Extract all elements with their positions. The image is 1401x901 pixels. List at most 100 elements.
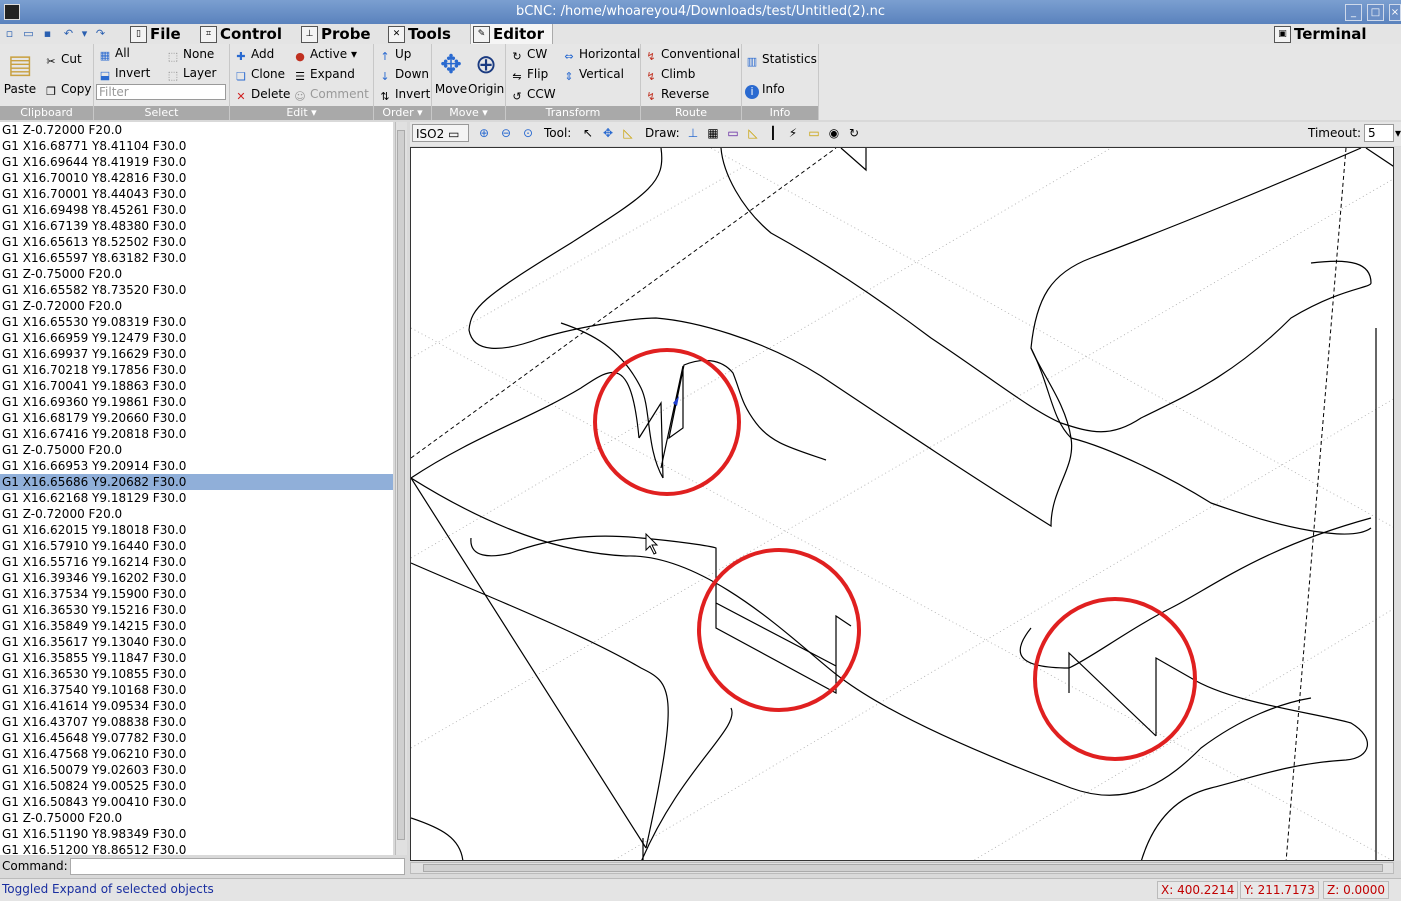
gcode-list-scrollbar[interactable]: [395, 122, 407, 855]
gcode-line[interactable]: G1 X16.65582 Y8.73520 F30.0: [0, 282, 393, 298]
gcode-line[interactable]: G1 X16.68179 Y9.20660 F30.0: [0, 410, 393, 426]
rapid-moves-icon[interactable]: ⚡: [785, 125, 801, 141]
gcode-line[interactable]: G1 X16.36530 Y9.10855 F30.0: [0, 666, 393, 682]
canvas-vertical-scrollbar[interactable]: [1395, 147, 1401, 861]
clone-button[interactable]: ❏ Clone: [234, 65, 285, 83]
gcode-line[interactable]: G1 Z-0.72000 F20.0: [0, 122, 393, 138]
gcode-line[interactable]: G1 X16.65613 Y8.52502 F30.0: [0, 234, 393, 250]
ruler-icon[interactable]: ◺: [620, 125, 636, 141]
camera-icon[interactable]: ◉: [826, 125, 842, 141]
paths-icon[interactable]: ▭: [806, 125, 822, 141]
gcode-line[interactable]: G1 X16.65597 Y8.63182 F30.0: [0, 250, 393, 266]
statistics-button[interactable]: ▥ Statistics: [745, 50, 817, 68]
gcode-line[interactable]: G1 X16.69498 Y8.45261 F30.0: [0, 202, 393, 218]
scrollbar-thumb[interactable]: [423, 864, 1383, 872]
add-button[interactable]: ✚ Add: [234, 45, 274, 63]
gcode-line[interactable]: G1 X16.69360 Y9.19861 F30.0: [0, 394, 393, 410]
select-invert-button[interactable]: ⬓ Invert: [98, 64, 150, 82]
cut-button[interactable]: ✂ Cut: [44, 50, 81, 68]
gcode-line[interactable]: G1 X16.62015 Y9.18018 F30.0: [0, 522, 393, 538]
chevron-down-icon[interactable]: ▾: [1394, 125, 1401, 141]
maximize-icon[interactable]: □: [1367, 4, 1384, 21]
origin-button[interactable]: ⊕ Origin: [468, 48, 504, 96]
gcode-line[interactable]: G1 X16.51190 Y8.98349 F30.0: [0, 826, 393, 842]
info-button[interactable]: i Info: [745, 80, 785, 99]
gcode-line[interactable]: G1 X16.37540 Y9.10168 F30.0: [0, 682, 393, 698]
reverse-button[interactable]: ↯ Reverse: [644, 85, 709, 103]
gcode-line[interactable]: G1 X16.35849 Y9.14215 F30.0: [0, 618, 393, 634]
climb-button[interactable]: ↯ Climb: [644, 65, 695, 83]
gcode-line[interactable]: G1 X16.37534 Y9.15900 F30.0: [0, 586, 393, 602]
select-pointer-icon[interactable]: ↖: [580, 125, 596, 141]
margins-icon[interactable]: ▭: [725, 125, 741, 141]
delete-button[interactable]: ✕ Delete: [234, 85, 290, 103]
gcode-line[interactable]: G1 X16.55716 Y9.16214 F30.0: [0, 554, 393, 570]
paste-button[interactable]: ▤ Paste: [2, 48, 38, 96]
gcode-line[interactable]: G1 X16.66953 Y9.20914 F30.0: [0, 458, 393, 474]
gcode-line[interactable]: G1 X16.67416 Y9.20818 F30.0: [0, 426, 393, 442]
undo-icon[interactable]: ↶: [62, 27, 75, 40]
tab-tools[interactable]: ✕ Tools: [386, 24, 451, 44]
gcode-canvas[interactable]: [410, 147, 1394, 861]
gcode-line[interactable]: G1 X16.47568 Y9.06210 F30.0: [0, 746, 393, 762]
gcode-line[interactable]: G1 X16.35855 Y9.11847 F30.0: [0, 650, 393, 666]
gcode-line[interactable]: G1 X16.68771 Y8.41104 F30.0: [0, 138, 393, 154]
tab-terminal[interactable]: ▣ Terminal: [1272, 24, 1367, 44]
filter-input[interactable]: Filter: [96, 84, 226, 100]
gcode-editor-list[interactable]: G1 Z-0.72000 F20.0 G1 X16.68771 Y8.41104 …: [0, 122, 393, 855]
move-up-button[interactable]: ↑ Up: [378, 45, 411, 63]
gcode-line[interactable]: G1 X16.67139 Y8.48380 F30.0: [0, 218, 393, 234]
gcode-line[interactable]: G1 X16.50824 Y9.00525 F30.0: [0, 778, 393, 794]
gcode-line[interactable]: G1 X16.45648 Y9.07782 F30.0: [0, 730, 393, 746]
gcode-line[interactable]: G1 X16.65530 Y9.08319 F30.0: [0, 314, 393, 330]
gcode-line[interactable]: G1 X16.50079 Y9.02603 F30.0: [0, 762, 393, 778]
mirror-horizontal-button[interactable]: ⇔ Horizontal: [562, 45, 640, 63]
tab-editor[interactable]: ✎ Editor: [470, 24, 553, 44]
gcode-line[interactable]: G1 X16.70218 Y9.17856 F30.0: [0, 362, 393, 378]
timeout-spinbox[interactable]: 5: [1364, 124, 1394, 142]
open-file-icon[interactable]: ▭: [22, 27, 35, 40]
minimize-icon[interactable]: _: [1345, 4, 1362, 21]
new-file-icon[interactable]: ▫: [3, 27, 16, 40]
move-group-label[interactable]: Move ▾: [432, 106, 505, 120]
expand-button[interactable]: ☰ Expand: [293, 65, 355, 83]
pan-tool-icon[interactable]: ✥: [600, 125, 616, 141]
axes-icon[interactable]: ⊥: [685, 125, 701, 141]
scrollbar-thumb[interactable]: [397, 130, 405, 840]
edit-group-label[interactable]: Edit ▾: [230, 106, 373, 120]
gcode-line[interactable]: G1 X16.57910 Y9.16440 F30.0: [0, 538, 393, 554]
gcode-line[interactable]: G1 X16.62168 Y9.18129 F30.0: [0, 490, 393, 506]
gcode-line[interactable]: G1 X16.65686 Y9.20682 F30.0: [0, 474, 393, 490]
gcode-line[interactable]: G1 X16.43707 Y9.08838 F30.0: [0, 714, 393, 730]
gcode-line[interactable]: G1 X16.50843 Y9.00410 F30.0: [0, 794, 393, 810]
rotate-ccw-button[interactable]: ↺ CCW: [510, 85, 555, 103]
zoom-fit-icon[interactable]: ⊙: [520, 125, 536, 141]
gcode-line[interactable]: G1 X16.39346 Y9.16202 F30.0: [0, 570, 393, 586]
gcode-line[interactable]: G1 X16.66959 Y9.12479 F30.0: [0, 330, 393, 346]
close-icon[interactable]: ×: [1389, 4, 1401, 21]
select-all-button[interactable]: ▦ All: [98, 44, 130, 62]
move-down-button[interactable]: ↓ Down: [378, 65, 429, 83]
order-group-label[interactable]: Order ▾: [374, 106, 431, 120]
select-none-button[interactable]: ⬚ None: [166, 45, 215, 63]
gcode-line[interactable]: G1 Z-0.75000 F20.0: [0, 266, 393, 282]
view-select[interactable]: ISO2 ▭: [412, 124, 469, 142]
undo-history-icon[interactable]: ▾: [78, 27, 91, 40]
flip-button[interactable]: ⇋ Flip: [510, 65, 548, 83]
gcode-line[interactable]: G1 Z-0.75000 F20.0: [0, 810, 393, 826]
save-icon[interactable]: ▪: [41, 27, 54, 40]
mirror-vertical-button[interactable]: ⇕ Vertical: [562, 65, 624, 83]
grid-icon[interactable]: ▦: [705, 125, 721, 141]
tab-file[interactable]: ▯ File: [128, 24, 181, 44]
canvas-horizontal-scrollbar[interactable]: [410, 862, 1394, 874]
rotate-cw-button[interactable]: ↻ CW: [510, 45, 547, 63]
tab-probe[interactable]: ⊥ Probe: [299, 24, 371, 44]
probe-draw-icon[interactable]: ┃: [765, 125, 781, 141]
copy-button[interactable]: ❐ Copy: [44, 80, 91, 98]
gcode-line[interactable]: G1 Z-0.75000 F20.0: [0, 442, 393, 458]
gcode-line[interactable]: G1 X16.69644 Y8.41919 F30.0: [0, 154, 393, 170]
gcode-line[interactable]: G1 X16.41614 Y9.09534 F30.0: [0, 698, 393, 714]
gcode-line[interactable]: G1 X16.35617 Y9.13040 F30.0: [0, 634, 393, 650]
gcode-line[interactable]: G1 X16.70001 Y8.44043 F30.0: [0, 186, 393, 202]
comment-button[interactable]: ☺ Comment: [293, 85, 369, 103]
